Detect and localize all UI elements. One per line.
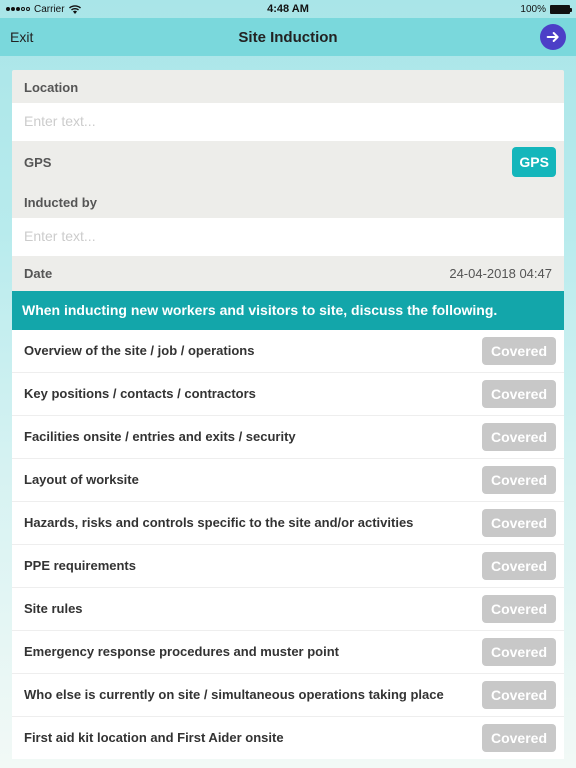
checklist: Overview of the site / job / operations C… — [12, 330, 564, 759]
covered-button[interactable]: Covered — [482, 724, 556, 752]
signal-strength-icon — [6, 7, 30, 11]
covered-button[interactable]: Covered — [482, 337, 556, 365]
checklist-item-label: Overview of the site / job / operations — [24, 342, 254, 360]
covered-button[interactable]: Covered — [482, 380, 556, 408]
covered-button[interactable]: Covered — [482, 681, 556, 709]
date-label: Date — [24, 266, 52, 281]
checklist-row: Who else is currently on site / simultan… — [12, 673, 564, 716]
location-label: Location — [12, 70, 564, 103]
inducted-by-input[interactable] — [24, 228, 552, 244]
date-row: Date 24-04-2018 04:47 — [12, 256, 564, 291]
covered-button[interactable]: Covered — [482, 466, 556, 494]
battery-icon — [550, 5, 570, 14]
clock: 4:48 AM — [194, 3, 382, 15]
checklist-item-label: Facilities onsite / entries and exits / … — [24, 428, 296, 446]
checklist-item-label: Hazards, risks and controls specific to … — [24, 514, 413, 532]
checklist-row: Layout of worksite Covered — [12, 458, 564, 501]
section-banner: When inducting new workers and visitors … — [12, 291, 564, 330]
checklist-item-label: Key positions / contacts / contractors — [24, 385, 256, 403]
exit-button[interactable]: Exit — [10, 29, 70, 45]
gps-row: GPS GPS — [12, 141, 564, 185]
checklist-row: Overview of the site / job / operations C… — [12, 330, 564, 372]
checklist-row: Facilities onsite / entries and exits / … — [12, 415, 564, 458]
location-input[interactable] — [24, 113, 552, 129]
arrow-right-icon — [545, 29, 561, 45]
gps-label: GPS — [24, 155, 51, 170]
checklist-row: Key positions / contacts / contractors Co… — [12, 372, 564, 415]
next-button[interactable] — [540, 24, 566, 50]
checklist-item-label: Who else is currently on site / simultan… — [24, 686, 444, 704]
battery-percent: 100% — [520, 4, 546, 15]
checklist-row: Emergency response procedures and muster… — [12, 630, 564, 673]
checklist-item-label: Emergency response procedures and muster… — [24, 643, 339, 661]
checklist-row: First aid kit location and First Aider o… — [12, 716, 564, 759]
checklist-item-label: Layout of worksite — [24, 471, 139, 489]
covered-button[interactable]: Covered — [482, 509, 556, 537]
wifi-icon — [69, 5, 81, 14]
checklist-item-label: Site rules — [24, 600, 83, 618]
checklist-row: PPE requirements Covered — [12, 544, 564, 587]
checklist-row: Hazards, risks and controls specific to … — [12, 501, 564, 544]
content-scroll[interactable]: Location GPS GPS Inducted by Date 24-04-… — [0, 56, 576, 768]
covered-button[interactable]: Covered — [482, 423, 556, 451]
inducted-by-input-row — [12, 218, 564, 256]
nav-bar: Exit Site Induction — [0, 18, 576, 56]
carrier-label: Carrier — [34, 4, 65, 15]
covered-button[interactable]: Covered — [482, 552, 556, 580]
gps-button[interactable]: GPS — [512, 147, 556, 177]
checklist-row: Site rules Covered — [12, 587, 564, 630]
date-value: 24-04-2018 04:47 — [449, 266, 552, 281]
covered-button[interactable]: Covered — [482, 595, 556, 623]
covered-button[interactable]: Covered — [482, 638, 556, 666]
checklist-item-label: PPE requirements — [24, 557, 136, 575]
status-bar: Carrier 4:48 AM 100% — [0, 0, 576, 18]
location-input-row — [12, 103, 564, 141]
form-card: Location GPS GPS Inducted by Date 24-04-… — [12, 70, 564, 759]
checklist-item-label: First aid kit location and First Aider o… — [24, 729, 284, 747]
inducted-by-label: Inducted by — [12, 185, 564, 218]
page-title: Site Induction — [70, 29, 506, 46]
